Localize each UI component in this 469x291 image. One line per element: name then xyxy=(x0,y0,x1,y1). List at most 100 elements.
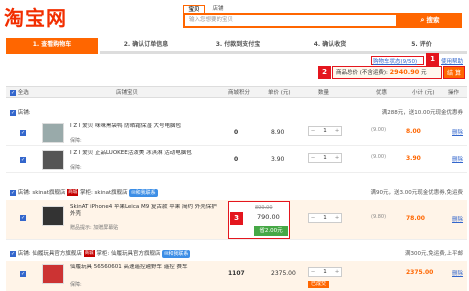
shop-checkbox[interactable] xyxy=(10,189,16,196)
annotation-badge-1: 1 xyxy=(426,53,439,66)
help-link[interactable]: 使用帮助 xyxy=(441,57,463,65)
col-item: 店铺宝贝 xyxy=(116,90,139,96)
contact-label: 和我联系 xyxy=(168,250,189,257)
item-thumbnail[interactable] xyxy=(42,150,64,170)
step-pay: 3. 付款到支付宝 xyxy=(215,41,261,48)
search-button[interactable]: ⌕ 搜索 xyxy=(398,13,462,28)
qty-plus-button[interactable]: + xyxy=(333,127,341,135)
qty-value[interactable]: 1 xyxy=(323,155,327,161)
select-all[interactable]: 全选 xyxy=(10,87,29,99)
qty-minus-button[interactable]: − xyxy=(309,214,317,222)
quantity-stepper[interactable]: −1 + xyxy=(308,267,342,277)
qty-minus-button[interactable]: − xyxy=(309,127,317,135)
item-price: 2375.00 xyxy=(271,270,296,277)
qty-value[interactable]: 1 xyxy=(323,128,327,134)
delete-link[interactable]: 删除 xyxy=(452,128,463,136)
qty-minus-button[interactable]: − xyxy=(309,268,317,276)
item-guarantee: 保障: xyxy=(70,138,82,144)
delete-link[interactable]: 删除 xyxy=(452,215,463,223)
shop-row-3: 店铺: 仙履玩具官方旗舰店 商城 掌柜: 仙履玩具官方旗舰店 ✉和我联系 满30… xyxy=(6,249,467,260)
item-price: 3.90 xyxy=(271,156,285,163)
shop-promo-note: 满300元,免运费,上平邮 xyxy=(405,251,463,257)
step-bar-rest xyxy=(100,51,467,54)
item-price: 790.00 xyxy=(257,213,280,221)
item-score: 0 xyxy=(234,156,239,163)
col-action: 操作 xyxy=(448,90,460,96)
quantity-stepper[interactable]: −1 + xyxy=(308,153,342,163)
delete-link[interactable]: 删除 xyxy=(452,155,463,163)
shop-promo-note: 满288元，送10.00元现金优惠券 xyxy=(381,110,463,116)
shop-checkbox[interactable] xyxy=(10,109,16,116)
taobao-logo[interactable]: 淘宝网 xyxy=(4,6,84,30)
cart-status-link[interactable]: 购物车状态(9/50) xyxy=(373,57,417,65)
contact-label: 和我联系 xyxy=(135,189,156,196)
item-checkbox[interactable] xyxy=(20,130,26,136)
contact-seller-button[interactable]: ✉和我联系 xyxy=(129,188,158,197)
shop-promo-note: 满90元，送3.00元现金优惠券,免运费 xyxy=(370,190,464,196)
item-promo: (9.00) xyxy=(371,127,387,133)
item-subtotal: 2375.00 xyxy=(406,269,434,276)
item-checkbox[interactable] xyxy=(20,271,26,277)
contact-seller-button[interactable]: ✉和我联系 xyxy=(162,249,191,258)
item-original-price: 899.00 xyxy=(255,205,273,211)
cart-item: I Z I 爱贝 正品LUOKEE活泼美 冰淇淋 活动电脑包 保障: 0 3.9… xyxy=(6,147,467,173)
cart-count: (9/50) xyxy=(400,59,418,65)
qty-minus-button[interactable]: − xyxy=(309,154,317,162)
item-promo: (9.00) xyxy=(371,154,387,160)
total-price-summary: 商品总价 (不含运费): 2940.90 元 xyxy=(332,66,442,79)
cart-item: 仙履玩具 56560601 高速遥控越野车 遥控 赛车 保障: 1107 237… xyxy=(6,261,467,291)
item-thumbnail[interactable] xyxy=(42,206,64,226)
search-tab-shops[interactable]: 店铺 xyxy=(209,5,227,13)
mall-tag: 商城 xyxy=(67,189,79,196)
shop-checkbox[interactable] xyxy=(10,250,16,257)
delete-link[interactable]: 删除 xyxy=(452,269,463,277)
item-title[interactable]: SkinAT iPhone4 苹果Leica M9 复古款 苹果 简约 外壳保护… xyxy=(70,204,220,218)
qty-plus-button[interactable]: + xyxy=(333,154,341,162)
step-view-cart: 1. 查看购物车 xyxy=(6,38,98,51)
annotation-badge-3: 3 xyxy=(230,212,243,225)
total-price-label: 商品总价 (不含运费): xyxy=(336,70,388,76)
qty-value[interactable]: 1 xyxy=(323,269,327,275)
qty-plus-button[interactable]: + xyxy=(333,268,341,276)
savings-tag: 省2.00元 xyxy=(254,226,288,236)
search-button-label: 搜索 xyxy=(426,16,440,24)
item-thumbnail[interactable] xyxy=(42,123,64,143)
item-guarantee: 保障: xyxy=(70,165,82,171)
item-promo: (9.80) xyxy=(371,214,387,220)
col-qty: 数量 xyxy=(318,90,330,96)
item-guarantee: 保障: xyxy=(70,282,82,288)
item-score: 0 xyxy=(234,129,239,136)
item-title[interactable]: I Z I 爱贝 咪咪黑袋鸭 防晒霜保湿 大号电脑包 xyxy=(70,123,215,137)
shop-row-2: 店铺: skinat旗舰店 商城 掌柜: skinat旗舰店 ✉和我联系 满90… xyxy=(6,188,467,199)
seller-name: 掌柜: 仙履玩具官方旗舰店 xyxy=(96,251,161,257)
item-title[interactable]: 仙履玩具 56560601 高速遥控越野车 遥控 赛车 xyxy=(70,264,215,278)
col-score: 商城积分 xyxy=(228,90,251,96)
item-checkbox[interactable] xyxy=(20,157,26,163)
search-icon: ⌕ xyxy=(420,16,425,24)
select-all-checkbox[interactable] xyxy=(10,90,16,96)
cart-item: I Z I 爱贝 咪咪黑袋鸭 防晒霜保湿 大号电脑包 保障: 0 8.90 −1… xyxy=(6,120,467,146)
qty-plus-button[interactable]: + xyxy=(333,214,341,222)
col-unit-price: 单价 (元) xyxy=(268,90,291,96)
item-checkbox[interactable] xyxy=(20,215,26,221)
qty-value[interactable]: 1 xyxy=(323,215,327,221)
item-subtotal: 78.00 xyxy=(406,215,425,222)
deal-tag: 已成交 xyxy=(308,281,330,288)
select-all-label: 全选 xyxy=(17,90,29,96)
search-tab-items[interactable]: 宝贝 xyxy=(183,5,205,13)
settle-button[interactable]: 结 算 xyxy=(443,66,465,79)
mall-tag: 商城 xyxy=(83,250,95,257)
shop-label[interactable]: 店铺: skinat旗舰店 xyxy=(18,190,66,196)
annotation-badge-2: 2 xyxy=(318,66,331,79)
shop-label[interactable]: 店铺: 仙履玩具官方旗舰店 xyxy=(18,251,82,257)
item-thumbnail[interactable] xyxy=(42,264,64,284)
item-title[interactable]: I Z I 爱贝 正品LUOKEE活泼美 冰淇淋 活动电脑包 xyxy=(70,150,215,164)
quantity-stepper[interactable]: −1 + xyxy=(308,126,342,136)
total-price-unit: 元 xyxy=(421,70,427,76)
search-input[interactable]: 输入您想要的宝贝 xyxy=(183,13,398,28)
total-price-amount: 2940.90 xyxy=(389,68,420,76)
quantity-stepper[interactable]: −1 + xyxy=(308,213,342,223)
shop-row-1: 店铺: 满288元，送10.00元现金优惠券 xyxy=(6,108,467,119)
step-review: 5. 评价 xyxy=(411,41,432,48)
item-price: 8.90 xyxy=(271,129,285,136)
